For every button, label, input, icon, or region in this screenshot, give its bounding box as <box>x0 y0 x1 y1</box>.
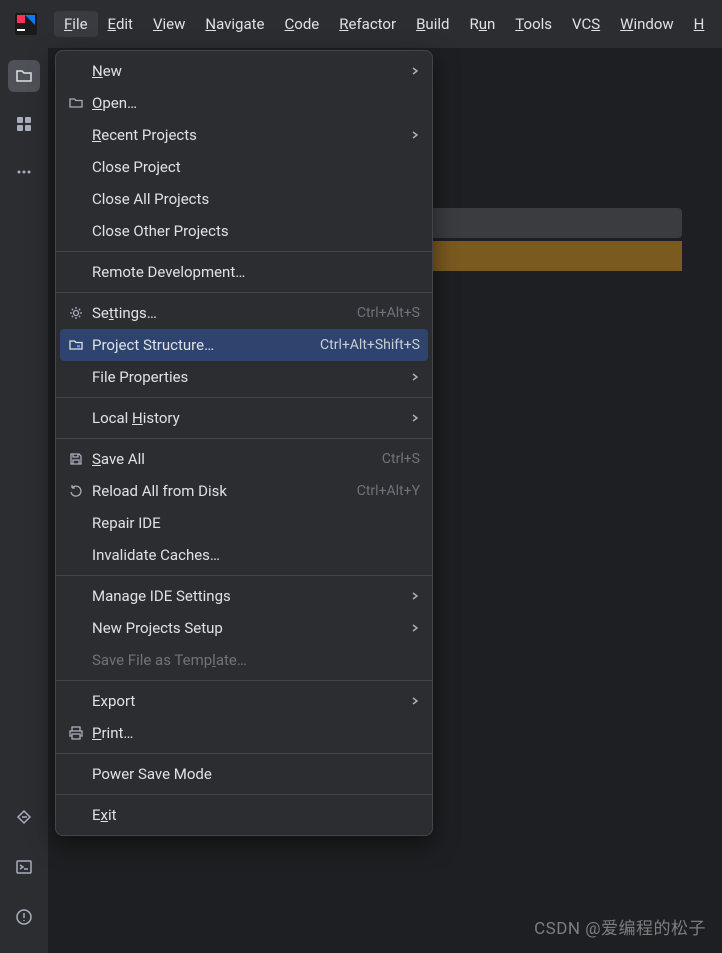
menu-item-reload-all-from-disk[interactable]: Reload All from DiskCtrl+Alt+Y <box>56 475 432 507</box>
more-tool-button[interactable] <box>8 156 40 188</box>
menu-item-label: Print… <box>92 724 420 742</box>
menu-h[interactable]: H <box>684 11 715 37</box>
separator <box>56 753 432 754</box>
chevron-right-icon <box>404 413 420 423</box>
menu-item-close-other-projects[interactable]: Close Other Projects <box>56 215 432 247</box>
menu-item-label: Invalidate Caches… <box>92 546 420 564</box>
menu-build[interactable]: Build <box>406 11 459 37</box>
menu-view[interactable]: View <box>143 11 195 37</box>
menu-item-exit[interactable]: Exit <box>56 799 432 831</box>
watermark: CSDN @爱编程的松子 <box>534 914 706 939</box>
menu-navigate[interactable]: Navigate <box>195 11 274 37</box>
menu-item-label: Power Save Mode <box>92 765 420 783</box>
print-icon <box>68 725 92 741</box>
menu-item-label: New Projects Setup <box>92 619 404 637</box>
separator <box>56 438 432 439</box>
menu-item-close-project[interactable]: Close Project <box>56 151 432 183</box>
chevron-right-icon <box>404 372 420 382</box>
menu-item-save-all[interactable]: Save AllCtrl+S <box>56 443 432 475</box>
folder-icon <box>68 95 92 111</box>
menu-item-new[interactable]: New <box>56 55 432 87</box>
chevron-right-icon <box>404 696 420 706</box>
menu-item-label: Settings… <box>92 304 357 322</box>
save-icon <box>68 451 92 467</box>
reload-icon <box>68 483 92 499</box>
separator <box>56 794 432 795</box>
menu-item-invalidate-caches[interactable]: Invalidate Caches… <box>56 539 432 571</box>
separator <box>56 680 432 681</box>
problems-tool-button[interactable] <box>8 901 40 933</box>
menu-item-shortcut: Ctrl+Alt+S <box>357 305 420 321</box>
menu-item-label: Recent Projects <box>92 126 404 144</box>
menu-item-label: Project Structure… <box>92 336 320 354</box>
menu-item-save-file-as-template: Save File as Template… <box>56 644 432 676</box>
menu-item-recent-projects[interactable]: Recent Projects <box>56 119 432 151</box>
menu-run[interactable]: Run <box>459 11 505 37</box>
menu-item-shortcut: Ctrl+Alt+Y <box>357 483 420 499</box>
menu-refactor[interactable]: Refactor <box>329 11 406 37</box>
chevron-right-icon <box>404 623 420 633</box>
menubar: FileEditViewNavigateCodeRefactorBuildRun… <box>0 0 722 48</box>
menu-item-label: Exit <box>92 806 420 824</box>
menu-code[interactable]: Code <box>275 11 330 37</box>
structure-tool-button[interactable] <box>8 108 40 140</box>
project-tool-button[interactable] <box>8 60 40 92</box>
chevron-right-icon <box>404 591 420 601</box>
chevron-right-icon <box>404 130 420 140</box>
intellij-logo <box>14 12 38 36</box>
menu-item-remote-development[interactable]: Remote Development… <box>56 256 432 288</box>
menu-item-project-structure[interactable]: Project Structure…Ctrl+Alt+Shift+S <box>60 329 428 361</box>
menu-tools[interactable]: Tools <box>505 11 562 37</box>
menu-item-label: Remote Development… <box>92 263 420 281</box>
menu-item-label: Local History <box>92 409 404 427</box>
menu-item-label: Close Project <box>92 158 420 176</box>
menu-item-close-all-projects[interactable]: Close All Projects <box>56 183 432 215</box>
menu-item-repair-ide[interactable]: Repair IDE <box>56 507 432 539</box>
services-tool-button[interactable] <box>8 801 40 833</box>
tool-window-bar-bottom <box>0 801 48 933</box>
menu-item-label: Save File as Template… <box>92 651 420 669</box>
menu-item-open[interactable]: Open… <box>56 87 432 119</box>
menu-item-new-projects-setup[interactable]: New Projects Setup <box>56 612 432 644</box>
menu-item-export[interactable]: Export <box>56 685 432 717</box>
menu-item-label: Export <box>92 692 404 710</box>
terminal-tool-button[interactable] <box>8 851 40 883</box>
menu-item-label: New <box>92 62 404 80</box>
menu-item-shortcut: Ctrl+Alt+Shift+S <box>320 337 420 353</box>
menu-item-label: Close All Projects <box>92 190 420 208</box>
menu-item-manage-ide-settings[interactable]: Manage IDE Settings <box>56 580 432 612</box>
menu-item-print[interactable]: Print… <box>56 717 432 749</box>
menu-window[interactable]: Window <box>610 11 684 37</box>
chevron-right-icon <box>404 66 420 76</box>
menu-file[interactable]: File <box>54 11 98 37</box>
menu-edit[interactable]: Edit <box>98 11 143 37</box>
separator <box>56 397 432 398</box>
menu-item-power-save-mode[interactable]: Power Save Mode <box>56 758 432 790</box>
menu-item-label: Repair IDE <box>92 514 420 532</box>
menu-item-label: File Properties <box>92 368 404 386</box>
project-structure-icon <box>68 337 92 353</box>
menu-item-label: Close Other Projects <box>92 222 420 240</box>
separator <box>56 251 432 252</box>
file-menu-dropdown: New Open… Recent Projects Close Project Clos… <box>55 50 433 836</box>
menu-item-label: Reload All from Disk <box>92 482 357 500</box>
separator <box>56 575 432 576</box>
menu-vcs[interactable]: VCS <box>562 11 610 37</box>
menu-item-shortcut: Ctrl+S <box>382 451 420 467</box>
menu-item-label: Save All <box>92 450 382 468</box>
menu-item-settings[interactable]: Settings…Ctrl+Alt+S <box>56 297 432 329</box>
gear-icon <box>68 305 92 321</box>
menu-item-file-properties[interactable]: File Properties <box>56 361 432 393</box>
menu-item-label: Manage IDE Settings <box>92 587 404 605</box>
separator <box>56 292 432 293</box>
menu-item-label: Open… <box>92 94 420 112</box>
menu-item-local-history[interactable]: Local History <box>56 402 432 434</box>
